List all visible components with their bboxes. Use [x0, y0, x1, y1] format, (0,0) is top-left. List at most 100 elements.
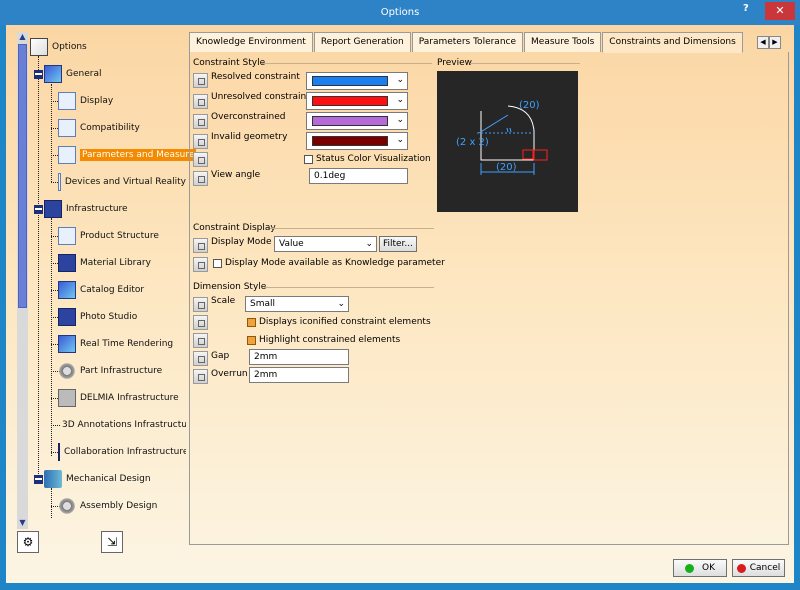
scroll-thumb[interactable] — [18, 44, 27, 308]
tree-item-material-library[interactable]: Material Library — [58, 254, 151, 272]
chevron-down-icon: ⌄ — [396, 75, 404, 85]
tree-item-general[interactable]: General — [44, 65, 101, 83]
cancel-label: Cancel — [749, 563, 781, 573]
invalid-geometry-color-select[interactable]: ⌄ — [306, 132, 408, 150]
tree-item-part-infrastructure[interactable]: Part Infrastructure — [58, 362, 162, 380]
status-color-checkbox[interactable] — [304, 155, 313, 164]
cancel-button[interactable]: Cancel — [732, 559, 785, 577]
tree-scrollbar[interactable]: ▲ ▼ — [17, 32, 28, 529]
tab-knowledge-environment[interactable]: Knowledge Environment — [189, 32, 313, 52]
preview-arc-label: (20) — [519, 100, 540, 111]
close-button[interactable]: ✕ — [765, 2, 795, 20]
tree-item-infrastructure[interactable]: Infrastructure — [44, 200, 128, 218]
collapse-infrastructure-icon[interactable] — [34, 205, 43, 214]
scale-select[interactable]: Small ⌄ — [245, 296, 349, 312]
constraint-display-title: Constraint Display — [193, 223, 276, 233]
tab-constraints-and-dimensions[interactable]: Constraints and Dimensions — [602, 32, 743, 53]
chevron-down-icon: ⌄ — [396, 135, 404, 145]
lock-resolved-icon[interactable] — [193, 73, 208, 88]
tree-item-mechanical-design[interactable]: Mechanical Design — [44, 470, 151, 488]
unresolved-constraint-label: Unresolved constraint — [211, 92, 310, 102]
infrastructure-icon — [44, 200, 62, 218]
ok-button[interactable]: OK — [673, 559, 727, 577]
preview-title: Preview — [437, 58, 473, 68]
tree-item-delmia-infrastructure[interactable]: DELMIA Infrastructure — [58, 389, 179, 407]
filter-button[interactable]: Filter... — [379, 236, 417, 252]
preview-canvas: (20) (2 x 2) (20) — [437, 71, 578, 212]
display-mode-select[interactable]: Value ⌄ — [274, 236, 377, 252]
iconified-label: Displays iconified constraint elements — [259, 317, 431, 327]
tree-item-product-structure[interactable]: Product Structure — [58, 227, 159, 245]
lock-scale-icon[interactable] — [193, 297, 208, 312]
highlight-label: Highlight constrained elements — [259, 335, 401, 345]
chevron-down-icon: ⌄ — [365, 239, 373, 249]
tree-item-devices[interactable]: Devices and Virtual Reality — [58, 173, 186, 191]
lock-knowledge-icon[interactable] — [193, 257, 208, 272]
reset-options-icon[interactable]: ⇲ — [101, 531, 123, 553]
constraint-style-title: Constraint Style — [193, 58, 266, 68]
ok-icon — [685, 563, 694, 573]
tab-parameters-tolerance[interactable]: Parameters Tolerance — [411, 32, 524, 52]
lock-gap-icon[interactable] — [193, 351, 208, 366]
tree-item-assembly-design[interactable]: Assembly Design — [58, 497, 157, 515]
tree-item-compatibility[interactable]: Compatibility — [58, 119, 140, 137]
display-icon — [58, 92, 76, 110]
lock-status-color-icon[interactable] — [193, 152, 208, 167]
scroll-down-icon[interactable]: ▼ — [17, 518, 28, 528]
overconstrained-color-swatch — [312, 116, 388, 126]
preview-left-label: (2 x 2) — [456, 137, 489, 148]
tree-item-options[interactable]: Options — [30, 38, 87, 56]
lock-iconified-icon[interactable] — [193, 315, 208, 330]
view-angle-label: View angle — [211, 170, 261, 180]
view-angle-input[interactable]: 0.1deg — [309, 168, 408, 184]
resolved-color-swatch — [312, 76, 388, 86]
cancel-icon — [736, 563, 746, 573]
tree-item-3d-annotations[interactable]: 3D Annotations Infrastructure — [58, 416, 186, 434]
help-button[interactable]: ? — [743, 3, 749, 14]
unresolved-constraint-color-select[interactable]: ⌄ — [306, 92, 408, 110]
material-library-icon — [58, 254, 76, 272]
tree-item-real-time-rendering[interactable]: Real Time Rendering — [58, 335, 173, 353]
lock-overconstrained-icon[interactable] — [193, 114, 208, 129]
tree-item-display[interactable]: Display — [58, 92, 113, 110]
knowledge-parameter-checkbox[interactable] — [213, 259, 222, 268]
scroll-up-icon[interactable]: ▲ — [17, 32, 28, 42]
title-bar: Options ? ✕ — [0, 0, 800, 25]
collaboration-icon — [58, 443, 60, 461]
tab-left-icon[interactable]: ◀ — [757, 36, 769, 49]
unresolved-color-swatch — [312, 96, 388, 106]
tools-options-icon[interactable]: ⚙ — [17, 531, 39, 553]
scale-value: Small — [250, 299, 275, 309]
overconstrained-color-select[interactable]: ⌄ — [306, 112, 408, 130]
gap-input[interactable]: 2mm — [249, 349, 349, 365]
resolved-constraint-color-select[interactable]: ⌄ — [306, 72, 408, 90]
lock-overrun-icon[interactable] — [193, 369, 208, 384]
lock-display-mode-icon[interactable] — [193, 238, 208, 253]
overrun-input[interactable]: 2mm — [249, 367, 349, 383]
tab-measure-tools[interactable]: Measure Tools — [524, 32, 602, 52]
ok-label: OK — [702, 563, 715, 573]
collapse-general-icon[interactable] — [34, 70, 43, 79]
assembly-design-icon — [58, 497, 76, 515]
tab-right-icon[interactable]: ▶ — [769, 36, 781, 49]
lock-unresolved-icon[interactable] — [193, 94, 208, 109]
lock-view-angle-icon[interactable] — [193, 171, 208, 186]
lock-invalid-geometry-icon[interactable] — [193, 134, 208, 149]
collapse-mechanical-icon[interactable] — [34, 475, 43, 484]
tab-report-generation[interactable]: Report Generation — [313, 32, 411, 52]
tree-item-parameters-and-measure[interactable]: Parameters and Measure — [58, 146, 197, 164]
dimension-style-title: Dimension Style — [193, 282, 267, 292]
preview-drawing: (20) (2 x 2) (20) — [456, 100, 548, 175]
compatibility-icon — [58, 119, 76, 137]
preview-bottom-label: (20) — [496, 162, 517, 173]
tab-bar: Knowledge Environment Report Generation … — [189, 32, 744, 53]
iconified-checkbox[interactable] — [247, 318, 256, 327]
chevron-down-icon: ⌄ — [337, 299, 345, 309]
invalid-geometry-color-swatch — [312, 136, 388, 146]
lock-highlight-icon[interactable] — [193, 333, 208, 348]
tree-item-catalog-editor[interactable]: Catalog Editor — [58, 281, 144, 299]
display-mode-label: Display Mode — [211, 237, 272, 247]
highlight-checkbox[interactable] — [247, 336, 256, 345]
tree-item-photo-studio[interactable]: Photo Studio — [58, 308, 137, 326]
tree-item-collaboration[interactable]: Collaboration Infrastructure — [58, 443, 186, 461]
